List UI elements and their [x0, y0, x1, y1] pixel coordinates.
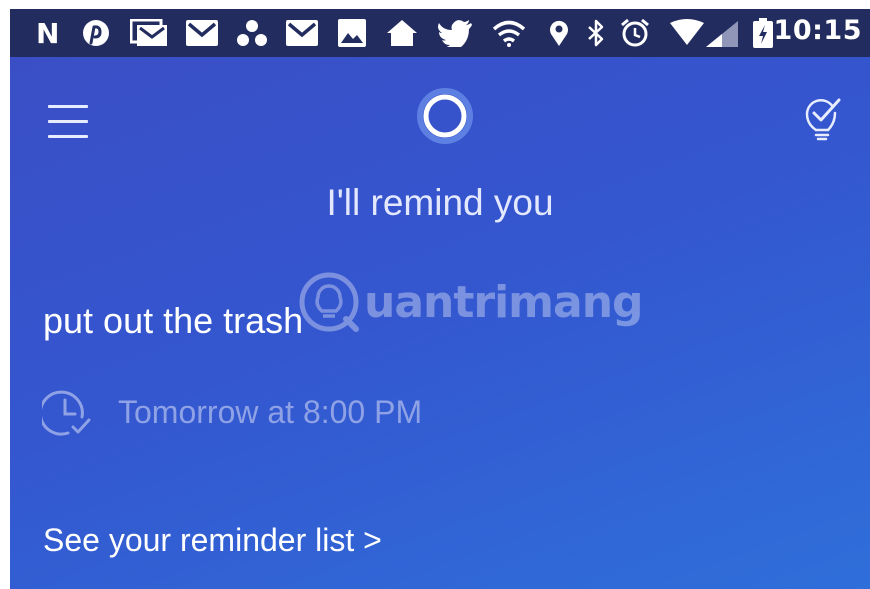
gmail-icon	[286, 19, 318, 47]
clock-check-icon	[42, 390, 91, 436]
reminder-task-text: put out the trash	[43, 300, 304, 341]
gmail-icon	[186, 19, 218, 47]
status-time: 10:15	[773, 15, 862, 46]
bluetooth-icon	[586, 19, 606, 47]
hamburger-menu-icon[interactable]	[48, 105, 88, 139]
netflix-icon: N	[36, 16, 60, 50]
see-reminder-list-link[interactable]: See your reminder list >	[43, 522, 382, 559]
signal-icon	[670, 19, 740, 47]
alarm-icon	[620, 18, 650, 47]
battery-icon	[752, 18, 774, 48]
reminder-time-row: Tomorrow at 8:00 PM	[42, 387, 422, 437]
gmail-stack-icon	[130, 19, 168, 47]
lightbulb-watermark-icon	[299, 272, 359, 332]
watermark-text: uantrimang	[364, 276, 644, 328]
cortana-ring-icon[interactable]	[416, 87, 474, 145]
twitter-icon	[438, 19, 472, 47]
phone-screen: N 10:15 I'll remind you put out the tras…	[10, 9, 870, 589]
pinterest-icon	[82, 19, 110, 47]
image-icon	[338, 19, 366, 47]
home-icon	[386, 19, 418, 47]
cortana-reminder-card: I'll remind you put out the trash uantri…	[10, 57, 870, 589]
watermark-logo: uantrimang	[298, 267, 644, 337]
dots-icon	[236, 19, 268, 47]
location-icon	[548, 19, 570, 47]
confirmation-heading: I'll remind you	[326, 182, 554, 223]
status-bar: N 10:15	[10, 9, 870, 57]
lightbulb-check-icon[interactable]	[802, 95, 842, 141]
reminder-time-text: Tomorrow at 8:00 PM	[118, 393, 423, 430]
wifi-icon	[492, 19, 526, 47]
netflix-letter: N	[36, 16, 60, 50]
